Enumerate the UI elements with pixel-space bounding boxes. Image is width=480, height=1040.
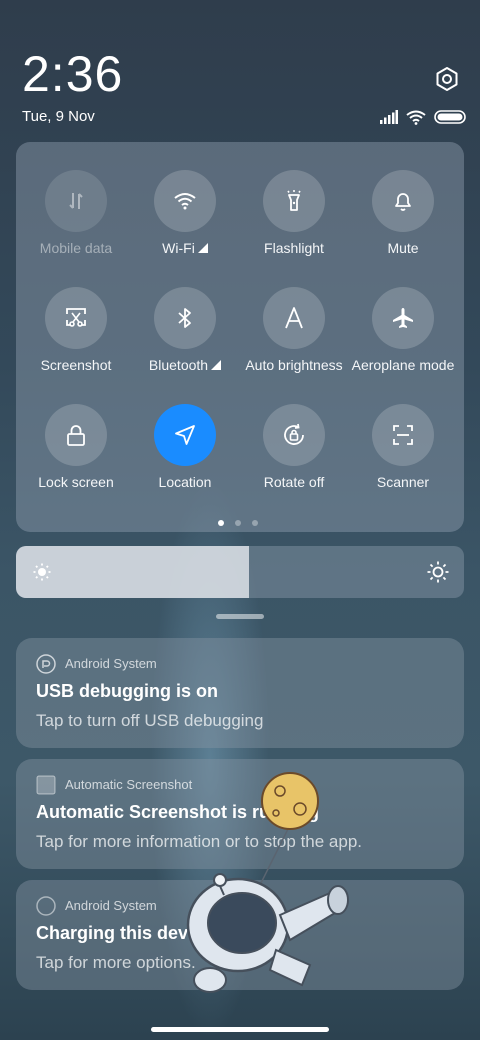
battery-icon <box>434 110 466 124</box>
brightness-slider[interactable] <box>16 546 464 598</box>
notification-card[interactable]: Android System USB debugging is on Tap t… <box>16 638 464 748</box>
notification-app-name: Automatic Screenshot <box>65 777 193 792</box>
tile-aeroplane-mode-button[interactable] <box>372 287 434 349</box>
bluetooth-icon <box>178 308 191 328</box>
auto-screenshot-app-icon <box>36 775 56 795</box>
status-icons <box>380 108 466 126</box>
tile-lock-screen[interactable]: Lock screen <box>21 404 131 514</box>
tile-flashlight[interactable]: Flashlight <box>239 170 349 280</box>
page-indicator <box>218 520 258 526</box>
bell-icon <box>395 193 411 211</box>
tile-location-button[interactable] <box>154 404 216 466</box>
clock: 2:36 <box>22 46 124 102</box>
tile-bluetooth[interactable]: Bluetooth <box>130 287 240 397</box>
location-icon <box>175 425 195 445</box>
tile-mute[interactable]: Mute <box>348 170 458 280</box>
brightness-low-icon <box>33 563 51 581</box>
notification-title: Automatic Screenshot is running <box>36 802 320 822</box>
mobile-data-icon <box>69 193 83 209</box>
date: Tue, 9 Nov <box>22 108 95 125</box>
lock-icon <box>67 425 85 446</box>
tile-scanner-button[interactable] <box>372 404 434 466</box>
tile-mute-label: Mute <box>387 240 419 256</box>
page-dot[interactable] <box>235 520 241 526</box>
notification-title: Charging this device via USB <box>36 923 287 943</box>
page-dot[interactable] <box>218 520 224 526</box>
brightness-high-icon <box>427 561 449 583</box>
scanner-icon <box>393 425 413 445</box>
notification-title: USB debugging is on <box>36 681 218 701</box>
tile-wifi-button[interactable] <box>154 170 216 232</box>
tile-wifi-label-wrap: Wi-Fi <box>124 240 246 256</box>
home-indicator[interactable] <box>151 1027 329 1032</box>
notification-app-name: Android System <box>65 656 157 671</box>
tile-scanner[interactable]: Scanner <box>348 404 458 514</box>
notification-card[interactable]: Android System Charging this device via … <box>16 880 464 990</box>
tile-mobile-data-button[interactable] <box>45 170 107 232</box>
rotate-lock-icon <box>284 423 304 445</box>
tile-rotate-off[interactable]: Rotate off <box>239 404 349 514</box>
tile-auto-brightness[interactable]: Auto brightness <box>239 287 349 397</box>
wifi-icon <box>174 193 196 210</box>
tile-mobile-data[interactable]: Mobile data <box>21 170 131 280</box>
gear-icon <box>436 67 458 91</box>
tile-location-label: Location <box>158 474 212 490</box>
expand-triangle-icon[interactable] <box>211 360 222 370</box>
android-system-icon <box>36 654 56 674</box>
expand-triangle-icon[interactable] <box>197 243 208 253</box>
wifi-status-icon <box>406 110 426 125</box>
tile-scanner-label: Scanner <box>376 474 430 490</box>
flashlight-icon <box>287 190 301 211</box>
tile-screenshot[interactable]: Screenshot <box>21 287 131 397</box>
notification-body: Tap for more information or to stop the … <box>36 832 363 851</box>
tile-screenshot-button[interactable] <box>45 287 107 349</box>
tile-screenshot-label: Screenshot <box>40 357 112 373</box>
tile-rotate-off-label: Rotate off <box>263 474 325 490</box>
settings-button[interactable] <box>432 64 462 94</box>
screenshot-icon <box>66 308 86 327</box>
tile-wifi[interactable]: Wi-Fi <box>130 170 240 280</box>
drag-handle[interactable] <box>216 614 264 619</box>
tile-mobile-data-label: Mobile data <box>39 240 113 256</box>
tile-flashlight-label: Flashlight <box>264 240 324 256</box>
tile-mute-button[interactable] <box>372 170 434 232</box>
auto-brightness-icon <box>285 307 303 329</box>
tile-lock-screen-button[interactable] <box>45 404 107 466</box>
tile-aeroplane-mode[interactable]: Aeroplane mode <box>348 287 458 397</box>
tile-lock-screen-label: Lock screen <box>38 474 114 490</box>
tile-bluetooth-label: Bluetooth <box>148 357 209 373</box>
tile-bluetooth-label-wrap: Bluetooth <box>124 357 246 373</box>
tile-flashlight-button[interactable] <box>263 170 325 232</box>
quick-settings-panel: Mobile data Wi-Fi Flashlight Mute Screen… <box>16 142 464 532</box>
airplane-icon <box>393 308 413 328</box>
tile-wifi-label: Wi-Fi <box>162 240 195 256</box>
tile-auto-brightness-label: Auto brightness <box>245 357 343 373</box>
notification-body: Tap to turn off USB debugging <box>36 711 264 730</box>
tile-bluetooth-button[interactable] <box>154 287 216 349</box>
tile-aeroplane-mode-label: Aeroplane mode <box>351 357 455 373</box>
notification-body: Tap for more options. <box>36 953 196 972</box>
signal-icon <box>380 110 398 124</box>
tile-rotate-off-button[interactable] <box>263 404 325 466</box>
page-dot[interactable] <box>252 520 258 526</box>
notification-card[interactable]: Automatic Screenshot Automatic Screensho… <box>16 759 464 869</box>
tile-location[interactable]: Location <box>130 404 240 514</box>
notification-app-name: Android System <box>65 898 157 913</box>
android-system-icon <box>36 896 56 916</box>
tile-auto-brightness-button[interactable] <box>263 287 325 349</box>
